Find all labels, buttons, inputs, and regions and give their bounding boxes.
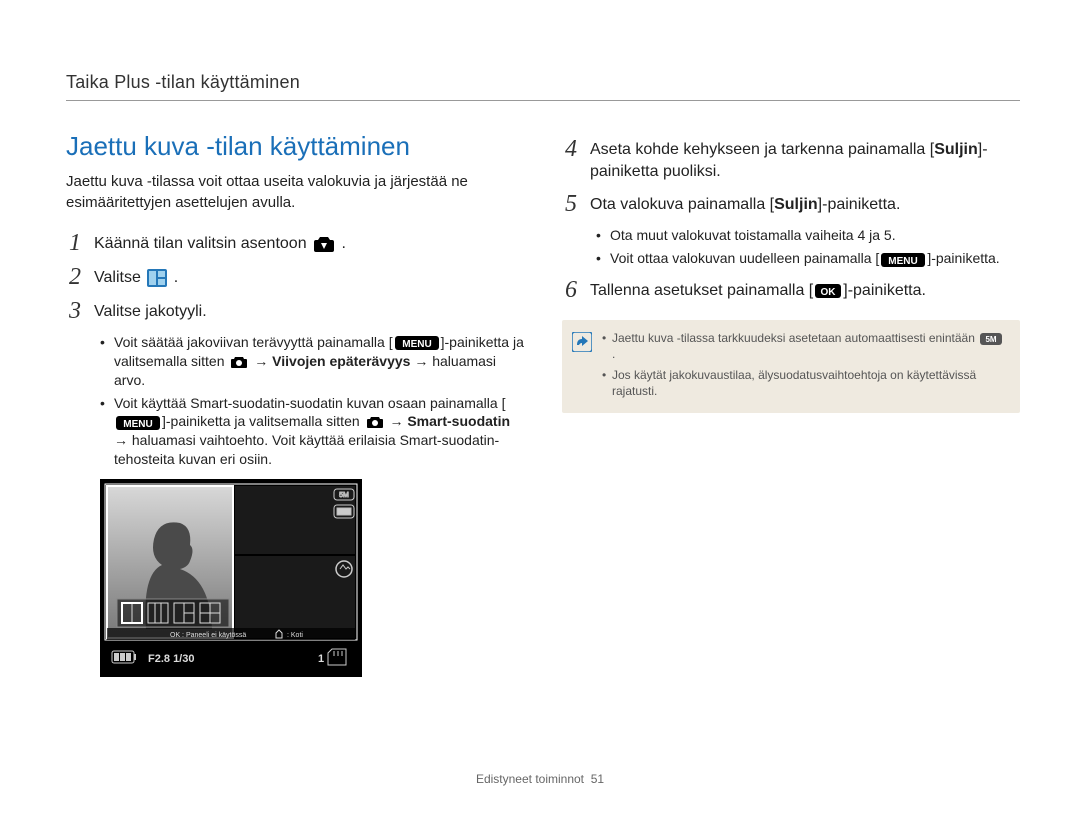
left-column: Jaettu kuva -tilan käyttäminen Jaettu ku…	[66, 129, 524, 683]
svg-text:: Koti: : Koti	[287, 632, 303, 639]
step-2-suffix: .	[174, 269, 178, 286]
svg-text:OK: OK	[821, 287, 837, 298]
menu-icon: MENU	[881, 253, 925, 267]
note-resolution: Jaettu kuva -tilassa tarkkuudeksi asetet…	[602, 330, 1006, 362]
page-number: 51	[591, 772, 604, 786]
svg-text:MENU: MENU	[889, 256, 918, 267]
ok-icon: OK	[815, 284, 841, 298]
intro-text: Jaettu kuva -tilassa voit ottaa useita v…	[66, 172, 524, 213]
bullet-retake: Voit ottaa valokuvan uudelleen painamall…	[596, 249, 1020, 268]
svg-text:MENU: MENU	[123, 419, 152, 430]
step-1-suffix: .	[342, 235, 346, 252]
note-limited-filters: Jos käytät jakokuvaustilaa, älysuodatusv…	[602, 367, 1006, 399]
bullet-repeat: Ota muut valokuvat toistamalla vaiheita …	[596, 226, 1020, 245]
info-icon	[572, 332, 592, 356]
page-footer: Edistyneet toiminnot 51	[0, 771, 1080, 787]
step-1-text: Käännä tilan valitsin asentoon	[94, 235, 307, 252]
step-number: 5	[562, 192, 580, 216]
note-box: Jaettu kuva -tilassa tarkkuudeksi asetet…	[562, 320, 1020, 413]
bullet-smart-filter: Voit käyttää Smart-suodatin-suodatin kuv…	[100, 394, 524, 470]
menu-icon: MENU	[395, 336, 439, 350]
step-4: 4 Aseta kohde kehykseen ja tarkenna pain…	[562, 137, 1020, 182]
svg-text:F2.8 1/30: F2.8 1/30	[148, 653, 194, 665]
camera-preview: 5M OK : Paneeli ei käytö	[100, 479, 524, 684]
step-2-text: Valitse	[94, 269, 141, 286]
step-number: 6	[562, 278, 580, 302]
svg-text:1: 1	[318, 653, 324, 665]
footer-label: Edistyneet toiminnot	[476, 772, 584, 786]
resolution-5m-icon: 5M	[980, 333, 1002, 345]
step-number: 2	[66, 265, 84, 289]
step-number: 3	[66, 299, 84, 323]
step-1: 1 Käännä tilan valitsin asentoon .	[66, 231, 524, 255]
svg-text:5M: 5M	[986, 335, 997, 344]
camera-icon	[230, 356, 248, 369]
right-column: 4 Aseta kohde kehykseen ja tarkenna pain…	[562, 129, 1020, 683]
section-header: Taika Plus -tilan käyttäminen	[66, 70, 1020, 101]
svg-text:MENU: MENU	[402, 339, 431, 350]
svg-text:OK : Paneeli ei käytössä: OK : Paneeli ei käytössä	[170, 632, 246, 639]
svg-text:5M: 5M	[339, 492, 349, 499]
menu-icon: MENU	[116, 416, 160, 430]
step-number: 4	[562, 137, 580, 161]
step-3-text: Valitse jakotyyli.	[94, 299, 207, 323]
step-5: 5 Ota valokuva painamalla [Suljin]-paini…	[562, 192, 1020, 216]
step-6: 6 Tallenna asetukset painamalla [OK]-pai…	[562, 278, 1020, 302]
split-layout-icon	[147, 269, 167, 287]
step-number: 1	[66, 231, 84, 255]
step-2: 2 Valitse .	[66, 265, 524, 289]
bullet-sharpness: Voit säätää jakoviivan terävyyttä painam…	[100, 333, 524, 390]
step-3: 3 Valitse jakotyyli.	[66, 299, 524, 323]
camera-icon	[366, 416, 384, 429]
page-title: Jaettu kuva -tilan käyttäminen	[66, 129, 524, 164]
mode-dial-icon	[313, 235, 335, 253]
